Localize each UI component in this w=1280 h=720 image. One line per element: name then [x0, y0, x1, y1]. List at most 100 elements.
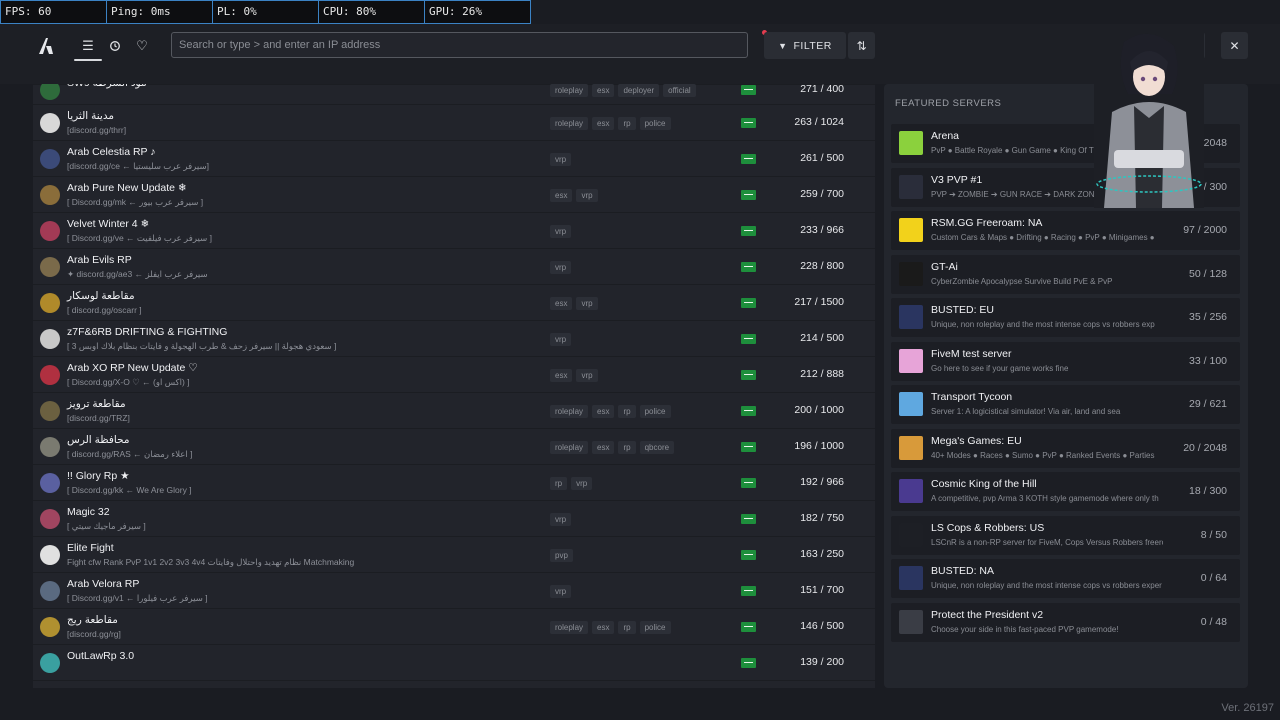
server-row[interactable]: مقاطعة ترويز [discord.gg/TRZ] roleplay es… [33, 393, 875, 429]
featured-server-row[interactable]: Protect the President v2 Choose your sid… [891, 602, 1240, 642]
fivem-logo[interactable] [37, 37, 55, 55]
server-tag[interactable]: pvp [550, 549, 573, 562]
featured-server-row[interactable]: LS Cops & Robbers: US LSCnR is a non-RP … [891, 515, 1240, 555]
server-tag[interactable]: esx [592, 621, 615, 634]
featured-server-row[interactable]: FiveM test server Go here to see if your… [891, 341, 1240, 381]
server-tag[interactable]: esx [592, 84, 615, 97]
server-row[interactable]: Velvet Winter 4 ❄ [ Discord.gg/ve ← سيرف… [33, 213, 875, 249]
featured-player-count: 0 / 48 [1200, 615, 1227, 628]
featured-player-count: 0 / 64 [1200, 572, 1227, 584]
sort-button[interactable]: ⇅ [848, 32, 875, 59]
server-row[interactable]: OutLawRp 3.0 139 / 200 [33, 645, 875, 681]
server-tag[interactable]: official [663, 84, 696, 97]
featured-server-row[interactable]: GT-Ai CyberZombie Apocalypse Survive Bui… [891, 254, 1240, 294]
server-tags: roleplay esx rp police [550, 405, 671, 418]
server-tags: roleplay esx rp police [550, 117, 671, 130]
server-tag[interactable]: vrp [550, 513, 572, 526]
country-flag-icon [741, 622, 756, 632]
server-tag[interactable]: roleplay [550, 405, 589, 418]
server-row[interactable]: Arab XO RP New Update ♡ [ Discord.gg/X-O… [33, 357, 875, 393]
server-list-tab[interactable]: ☰ [74, 35, 102, 61]
server-row[interactable]: مقاطعة ريج [discord.gg/rg] roleplay esx rp… [33, 609, 875, 645]
filter-label: FILTER [793, 39, 832, 52]
server-tag[interactable]: rp [550, 477, 568, 490]
featured-server-row[interactable]: Cosmic King of the Hill A competitive, p… [891, 472, 1240, 511]
server-row[interactable]: SW9 مود الشرطة roleplayesxdeployeroffici… [33, 84, 875, 105]
server-tag[interactable]: vrp [576, 369, 598, 382]
server-row[interactable]: Arab Velora RP [ Discord.gg/v1 ← سيرفر ع… [33, 573, 875, 609]
server-tags: vrp [550, 261, 572, 274]
server-tag[interactable]: vrp [550, 225, 572, 238]
server-tag[interactable]: rp [618, 441, 636, 454]
server-tag[interactable]: roleplay [550, 441, 589, 454]
server-row[interactable]: Arab Pure New Update ❄ [ Discord.gg/mk ←… [33, 177, 875, 213]
server-name: !! Glory Rp ★ [67, 470, 130, 482]
history-icon [110, 41, 120, 51]
server-tag[interactable]: roleplay [550, 621, 589, 634]
server-tag[interactable]: esx [592, 117, 615, 130]
server-tag[interactable]: esx [550, 369, 573, 382]
server-tag[interactable]: vrp [571, 477, 593, 490]
server-tag[interactable]: police [639, 117, 671, 130]
server-tag[interactable]: police [639, 621, 671, 634]
featured-server-row[interactable]: BUSTED: EU Unique, non roleplay and the … [891, 298, 1240, 337]
server-row[interactable]: !! Glory Rp ★ [ Discord.gg/kk ← We Are G… [33, 465, 875, 501]
server-tag[interactable]: esx [592, 441, 615, 454]
server-icon [40, 113, 60, 133]
server-row[interactable]: مدينة الثريا [discord.gg/thrr] roleplay e… [33, 105, 875, 141]
server-tag[interactable]: vrp [550, 585, 572, 598]
server-tag[interactable]: vrp [550, 333, 572, 346]
server-tag[interactable]: roleplay [550, 84, 589, 97]
featured-server-icon [899, 305, 923, 329]
server-row[interactable]: محافظة الرس [ discord.gg/RAS ← اعلاء رمض… [33, 429, 875, 465]
server-tag[interactable]: police [639, 405, 671, 418]
server-name: Elite Fight [67, 542, 114, 554]
server-description: [ Discord.gg/v1 ← سيرفر عرب فيلورا ] [67, 593, 208, 603]
country-flag-icon [741, 406, 756, 416]
server-row[interactable]: z7F&6RB DRIFTING & FIGHTING [ سعودي هجول… [33, 321, 875, 357]
server-list[interactable]: SW9 مود الشرطة roleplayesxdeployeroffici… [33, 84, 875, 688]
server-name: Arab Pure New Update ❄ [67, 182, 187, 194]
server-tag[interactable]: vrp [576, 297, 598, 310]
server-icon [40, 257, 60, 277]
server-tags: pvp [550, 549, 573, 562]
server-description: [ سيرفر ماجيك سيتي ] [67, 521, 146, 531]
server-tag[interactable]: rp [618, 621, 636, 634]
server-tag[interactable]: vrp [576, 189, 598, 202]
server-icon [40, 545, 60, 565]
featured-server-row[interactable]: RSM.GG Freeroam: NA Custom Cars & Maps ●… [891, 211, 1240, 250]
close-button[interactable]: ✕ [1221, 32, 1248, 59]
featured-server-row[interactable]: BUSTED: NA Unique, non roleplay and the … [891, 559, 1240, 598]
server-tag[interactable]: esx [592, 405, 615, 418]
featured-server-icon [899, 435, 923, 460]
server-row[interactable]: مقاطعة لوسكار [ discord.gg/oscarr ] esx v… [33, 285, 875, 321]
featured-server-row[interactable]: Transport Tycoon Server 1: A logicistica… [891, 385, 1240, 424]
featured-server-icon [899, 131, 923, 155]
history-tab[interactable] [103, 35, 127, 57]
heart-icon: ♡ [136, 38, 148, 53]
server-tag[interactable]: esx [550, 297, 573, 310]
server-row[interactable]: Arab Celestia RP ♪ [discord.gg/ce ← سيرف… [33, 141, 875, 177]
favorites-tab[interactable]: ♡ [130, 35, 154, 57]
featured-server-description: Unique, non roleplay and the most intens… [931, 581, 1162, 590]
featured-server-description: Unique, non roleplay and the most intens… [931, 320, 1155, 329]
server-tag[interactable]: deployer [618, 84, 660, 97]
server-tag[interactable]: esx [550, 189, 573, 202]
featured-server-icon [899, 174, 923, 199]
server-tag[interactable]: vrp [550, 153, 572, 166]
filter-button[interactable]: ▼ FILTER [764, 32, 846, 59]
featured-server-name: Mega's Games: EU [931, 434, 1022, 447]
featured-server-row[interactable]: Mega's Games: EU 40+ Modes ● Races ● Sum… [891, 428, 1240, 468]
server-tag[interactable]: vrp [550, 261, 572, 274]
server-tag[interactable]: rp [618, 405, 636, 418]
player-count: 139 / 200 [800, 656, 844, 668]
server-row[interactable]: Arab Evils RP ✦ discord.gg/ae3 ← سيرفر ع… [33, 249, 875, 285]
search-input[interactable]: Search or type > and enter an IP address [171, 32, 748, 58]
server-row[interactable]: Magic 32 [ سيرفر ماجيك سيتي ] vrp 182 / … [33, 501, 875, 537]
server-tag[interactable]: rp [618, 117, 636, 130]
featured-server-name: BUSTED: NA [931, 565, 995, 577]
server-tag[interactable]: roleplay [550, 117, 589, 130]
server-tag[interactable]: qbcore [639, 441, 675, 454]
server-row[interactable]: Elite Fight Fight cfw Rank PvP 1v1 2v2 3… [33, 537, 875, 573]
country-flag-icon [741, 586, 756, 596]
